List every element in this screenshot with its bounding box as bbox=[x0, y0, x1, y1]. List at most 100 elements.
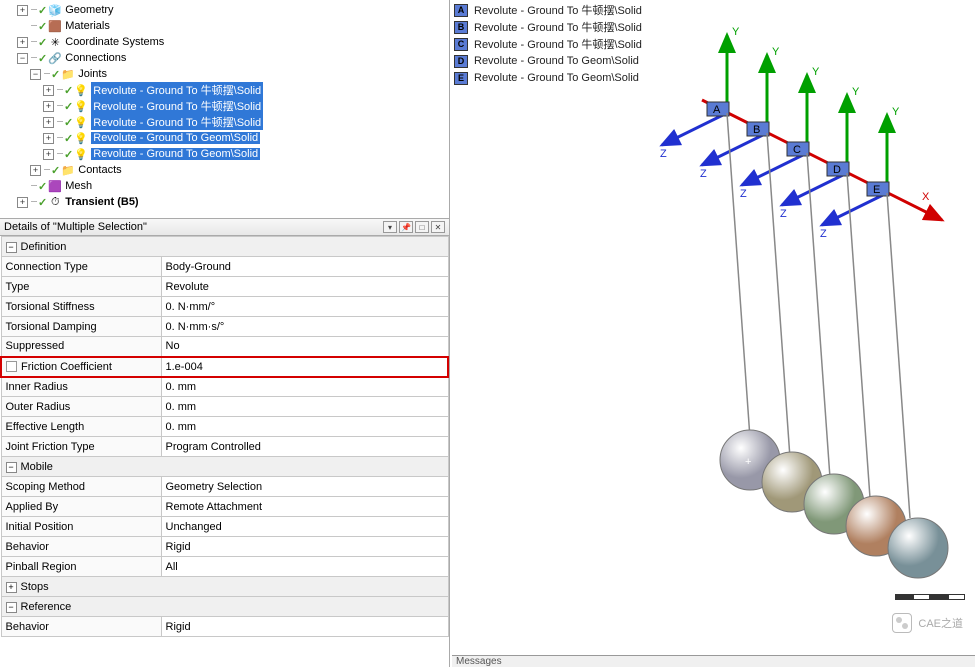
prop-value[interactable]: Body-Ground bbox=[161, 257, 448, 277]
svg-text:Z: Z bbox=[740, 188, 747, 200]
prop-label: Connection Type bbox=[1, 257, 161, 277]
tree-item-connections[interactable]: −┄✓🔗Connections bbox=[4, 50, 445, 66]
joint-icon: 💡 bbox=[74, 83, 88, 97]
tree-item-joint[interactable]: +┄✓💡Revolute - Ground To 牛顿摆\Solid bbox=[4, 82, 445, 98]
svg-text:X: X bbox=[922, 191, 930, 203]
prop-value[interactable]: Unchanged bbox=[161, 517, 448, 537]
model-canvas[interactable]: A YZ B YZ C YZ D YZ E YZ bbox=[452, 0, 975, 655]
row-torsional-damping: Torsional Damping0. N·mm·s/° bbox=[1, 317, 448, 337]
geometry-icon: 🧊 bbox=[48, 3, 62, 17]
svg-text:D: D bbox=[833, 164, 841, 176]
tree-label: Geometry bbox=[65, 4, 113, 16]
prop-value[interactable]: 0. N·mm/° bbox=[161, 297, 448, 317]
expander-icon[interactable]: + bbox=[17, 5, 28, 16]
svg-text:Z: Z bbox=[780, 208, 787, 220]
prop-label: Torsional Damping bbox=[1, 317, 161, 337]
connections-icon: 🔗 bbox=[48, 51, 62, 65]
expander-icon[interactable]: + bbox=[43, 133, 54, 144]
prop-label: Torsional Stiffness bbox=[1, 297, 161, 317]
tree-label: Revolute - Ground To 牛顿摆\Solid bbox=[91, 82, 263, 98]
outline-tree[interactable]: +┄✓🧊Geometry ┄✓🟫Materials +┄✓✳Coordinate… bbox=[0, 0, 449, 218]
tree-item-coord[interactable]: +┄✓✳Coordinate Systems bbox=[4, 34, 445, 50]
expander-icon[interactable]: + bbox=[30, 165, 41, 176]
prop-label: Behavior bbox=[1, 537, 161, 557]
transient-icon: ⏱ bbox=[48, 195, 62, 209]
tree-item-mesh[interactable]: ┄✓🟪Mesh bbox=[4, 178, 445, 194]
joint-a-triad: A YZ bbox=[660, 26, 740, 160]
prop-label: Scoping Method bbox=[1, 477, 161, 497]
prop-value[interactable]: No bbox=[161, 337, 448, 357]
prop-value[interactable]: Remote Attachment bbox=[161, 497, 448, 517]
tree-item-materials[interactable]: ┄✓🟫Materials bbox=[4, 18, 445, 34]
collapse-icon[interactable]: − bbox=[6, 242, 17, 253]
tree-item-transient[interactable]: +┄✓⏱Transient (B5) bbox=[4, 194, 445, 210]
check-icon: ✓ bbox=[64, 132, 73, 145]
check-icon: ✓ bbox=[51, 164, 60, 177]
watermark-text: CAE之道 bbox=[918, 615, 963, 631]
prop-value[interactable]: Rigid bbox=[161, 617, 448, 637]
maximize-button[interactable]: □ bbox=[415, 221, 429, 233]
dropdown-button[interactable]: ▾ bbox=[383, 221, 397, 233]
prop-value[interactable]: Rigid bbox=[161, 537, 448, 557]
section-stops[interactable]: +Stops bbox=[1, 577, 448, 597]
axis-x bbox=[702, 100, 942, 220]
expander-icon[interactable]: + bbox=[17, 197, 28, 208]
prop-value[interactable]: 0. mm bbox=[161, 417, 448, 437]
section-definition[interactable]: −Definition bbox=[1, 237, 448, 257]
graphics-viewport[interactable]: ARevolute - Ground To 牛顿摆\Solid BRevolut… bbox=[452, 0, 975, 655]
prop-value[interactable]: 1.e-004 bbox=[161, 357, 448, 377]
expander-icon[interactable]: + bbox=[43, 101, 54, 112]
mesh-icon: 🟪 bbox=[48, 179, 62, 193]
svg-text:C: C bbox=[793, 144, 801, 156]
expander-icon[interactable]: + bbox=[43, 149, 54, 160]
row-scoping-method: Scoping MethodGeometry Selection bbox=[1, 477, 448, 497]
tree-label: Connections bbox=[65, 52, 126, 64]
coord-icon: ✳ bbox=[48, 35, 62, 49]
tree-item-joints[interactable]: −┄✓📁Joints bbox=[4, 66, 445, 82]
tree-item-joint[interactable]: +┄✓💡Revolute - Ground To Geom\Solid bbox=[4, 146, 445, 162]
expander-icon[interactable]: − bbox=[30, 69, 41, 80]
details-grid[interactable]: −Definition Connection TypeBody-Ground T… bbox=[0, 236, 449, 637]
row-effective-length: Effective Length0. mm bbox=[1, 417, 448, 437]
prop-value[interactable]: Geometry Selection bbox=[161, 477, 448, 497]
tree-item-geometry[interactable]: +┄✓🧊Geometry bbox=[4, 2, 445, 18]
prop-value[interactable]: 0. mm bbox=[161, 377, 448, 397]
joint-icon: 💡 bbox=[74, 131, 88, 145]
prop-value[interactable]: 0. mm bbox=[161, 397, 448, 417]
svg-text:E: E bbox=[873, 184, 880, 196]
section-mobile[interactable]: −Mobile bbox=[1, 457, 448, 477]
check-icon: ✓ bbox=[51, 68, 60, 81]
tree-item-joint[interactable]: +┄✓💡Revolute - Ground To 牛顿摆\Solid bbox=[4, 114, 445, 130]
prop-value[interactable]: Program Controlled bbox=[161, 437, 448, 457]
collapse-icon[interactable]: − bbox=[6, 462, 17, 473]
prop-value[interactable]: Revolute bbox=[161, 277, 448, 297]
pendulum-string bbox=[807, 153, 830, 478]
prop-value[interactable]: 0. N·mm·s/° bbox=[161, 317, 448, 337]
tree-label: Transient (B5) bbox=[65, 196, 138, 208]
expander-icon[interactable]: − bbox=[17, 53, 28, 64]
row-behavior-ref: BehaviorRigid bbox=[1, 617, 448, 637]
check-icon: ✓ bbox=[38, 52, 47, 65]
tree-label: Contacts bbox=[78, 164, 121, 176]
collapse-icon[interactable]: − bbox=[6, 602, 17, 613]
prop-value[interactable]: All bbox=[161, 557, 448, 577]
tree-item-contacts[interactable]: +┄✓📁Contacts bbox=[4, 162, 445, 178]
expander-icon[interactable]: + bbox=[43, 85, 54, 96]
prop-label: Joint Friction Type bbox=[1, 437, 161, 457]
plus-icon: + bbox=[745, 456, 751, 468]
close-button[interactable]: ✕ bbox=[431, 221, 445, 233]
svg-text:Y: Y bbox=[892, 106, 900, 118]
left-pane: +┄✓🧊Geometry ┄✓🟫Materials +┄✓✳Coordinate… bbox=[0, 0, 450, 667]
pin-button[interactable]: 📌 bbox=[399, 221, 413, 233]
expander-icon[interactable]: + bbox=[17, 37, 28, 48]
checkbox-icon[interactable] bbox=[6, 361, 17, 372]
pendulum-string bbox=[887, 193, 910, 518]
row-joint-friction-type: Joint Friction TypeProgram Controlled bbox=[1, 437, 448, 457]
section-reference[interactable]: −Reference bbox=[1, 597, 448, 617]
collapse-icon[interactable]: + bbox=[6, 582, 17, 593]
tree-label: Materials bbox=[65, 20, 110, 32]
messages-bar[interactable]: Messages bbox=[452, 655, 975, 667]
tree-item-joint[interactable]: +┄✓💡Revolute - Ground To 牛顿摆\Solid bbox=[4, 98, 445, 114]
tree-item-joint[interactable]: +┄✓💡Revolute - Ground To Geom\Solid bbox=[4, 130, 445, 146]
expander-icon[interactable]: + bbox=[43, 117, 54, 128]
